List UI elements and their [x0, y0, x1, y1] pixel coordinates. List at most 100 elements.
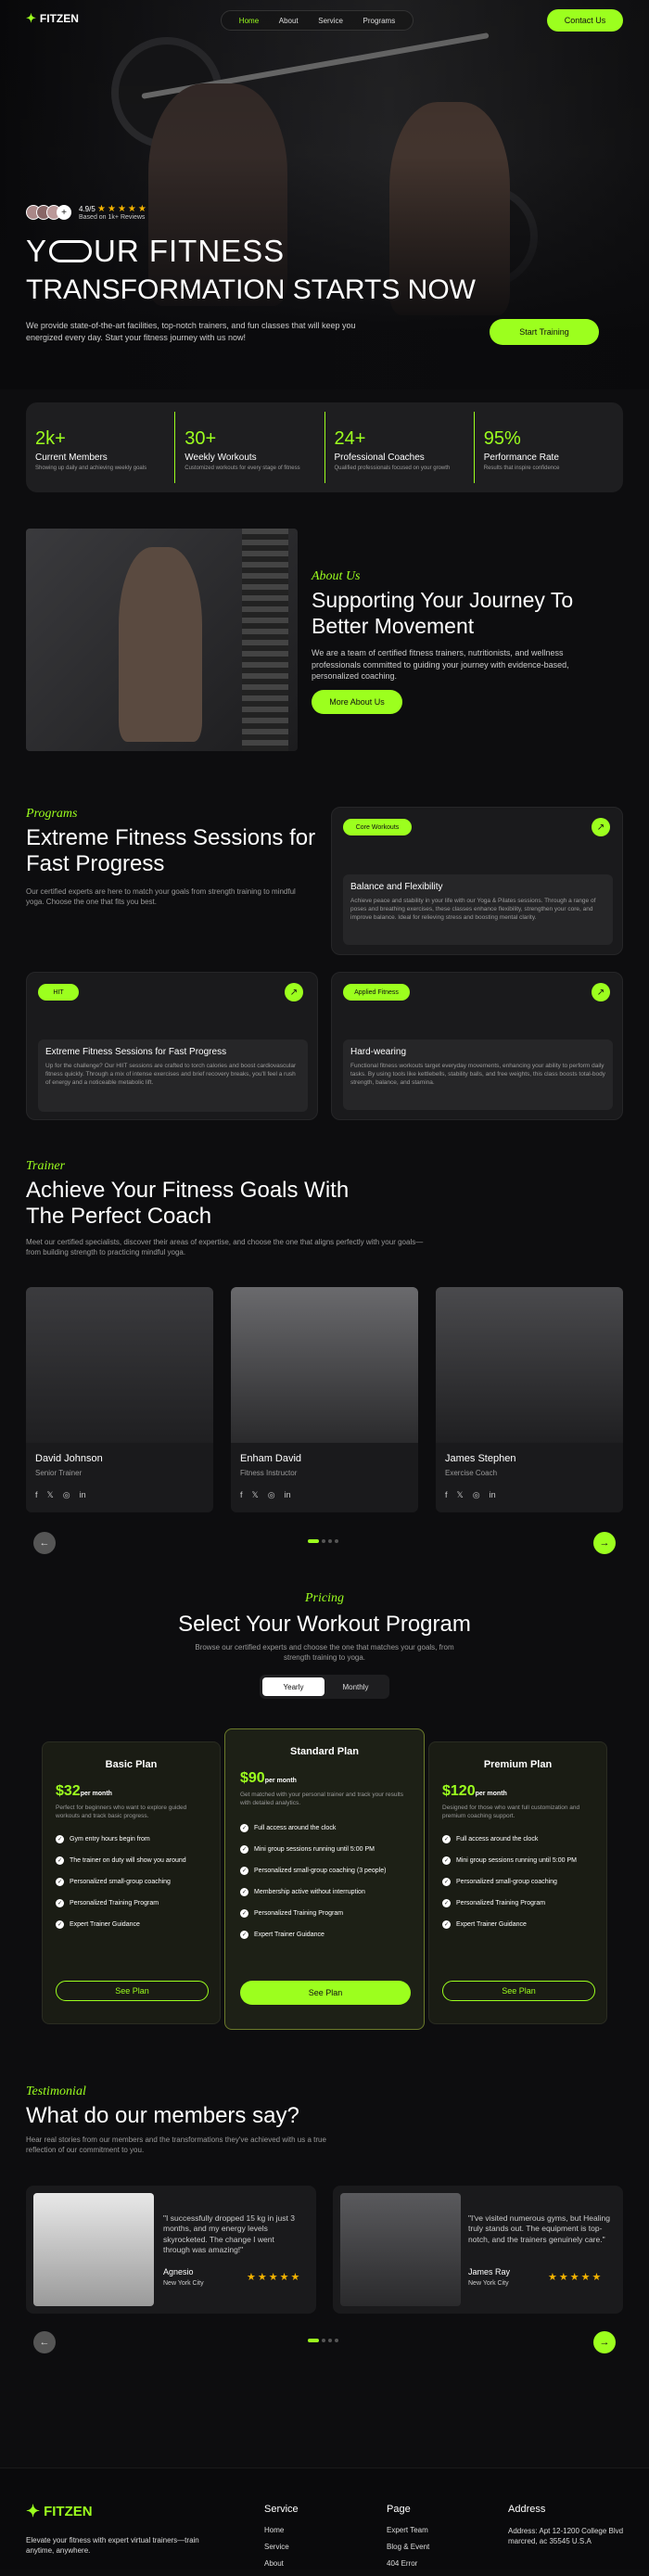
coach-name: James Stephen: [445, 1453, 516, 1464]
footer-link[interactable]: Expert Team: [387, 2526, 429, 2534]
arrow-icon[interactable]: ↗: [285, 983, 303, 1001]
about-image: [26, 529, 298, 751]
check-icon: ✓: [240, 1888, 248, 1897]
coach-card[interactable]: James Stephen Exercise Coach f 𝕏 ◎ in: [436, 1287, 623, 1512]
plan-name: Premium Plan: [483, 1759, 553, 1770]
hero-description: We provide state-of-the-art facilities, …: [26, 321, 356, 342]
coach-card[interactable]: David Johnson Senior Trainer f 𝕏 ◎ in: [26, 1287, 213, 1512]
logo[interactable]: ✦ FITZEN: [26, 11, 79, 26]
star-icons: ★★★★★: [97, 204, 148, 214]
slider-dots: [308, 2330, 341, 2347]
prev-arrow-icon[interactable]: ←: [33, 2331, 56, 2353]
footer-link[interactable]: Blog & Event: [387, 2543, 429, 2551]
next-arrow-icon[interactable]: →: [593, 1532, 616, 1554]
program-tag: Applied Fitness: [343, 984, 410, 1001]
x-icon[interactable]: 𝕏: [47, 1490, 54, 1500]
testimonial-quote: "I've visited numerous gyms, but Healing…: [468, 2213, 610, 2244]
plan-basic: Basic Plan $32per month Perfect for begi…: [42, 1741, 221, 2024]
facebook-icon[interactable]: f: [240, 1490, 243, 1500]
check-icon: ✓: [56, 1856, 64, 1866]
program-info: Balance and Flexibility Achieve peace an…: [343, 874, 613, 945]
nav-home[interactable]: Home: [239, 17, 259, 25]
about-description: We are a team of certified fitness train…: [312, 648, 569, 682]
facebook-icon[interactable]: f: [445, 1490, 448, 1500]
see-plan-button[interactable]: See Plan: [442, 1981, 595, 2001]
nav-service[interactable]: Service: [318, 17, 343, 25]
footer-link[interactable]: Home: [264, 2526, 299, 2534]
footer-link[interactable]: About: [264, 2559, 299, 2568]
pricing-title: Select Your Workout Program: [178, 1612, 471, 1637]
programs-kicker: Programs: [26, 807, 78, 821]
plan-features: ✓ Full access around the clock ✓ Mini grou…: [240, 1824, 387, 1940]
hero-title-line2: TRANSFORMATION STARTS NOW: [26, 274, 476, 305]
coach-photo: [436, 1287, 623, 1443]
stat-members: 2k+ Current Members Showing up daily and a…: [26, 412, 176, 483]
see-plan-button[interactable]: See Plan: [56, 1981, 209, 2001]
address-text: Address: Apt 12-1200 College Blvd marcre…: [508, 2527, 624, 2546]
plan-name: Basic Plan: [105, 1759, 158, 1770]
plan-description: Designed for those who want full customi…: [442, 1804, 580, 1820]
check-icon: ✓: [56, 1878, 64, 1887]
check-icon: ✓: [240, 1824, 248, 1833]
instagram-icon[interactable]: ◎: [268, 1490, 275, 1500]
plan-premium: Premium Plan $120per month Designed for …: [428, 1741, 607, 2024]
see-plan-button[interactable]: See Plan: [240, 1981, 411, 2005]
linkedin-icon[interactable]: in: [490, 1490, 496, 1500]
nav-programs[interactable]: Programs: [363, 17, 396, 25]
x-icon[interactable]: 𝕏: [457, 1490, 464, 1500]
arrow-icon[interactable]: ↗: [592, 818, 610, 836]
contact-button[interactable]: Contact Us: [547, 9, 623, 32]
footer-link[interactable]: Service: [264, 2543, 299, 2551]
testimonial-description: Hear real stories from our members and t…: [26, 2136, 326, 2155]
check-icon: ✓: [240, 1867, 248, 1876]
plan-name: Standard Plan: [290, 1746, 359, 1757]
footer-link[interactable]: 404 Error: [387, 2559, 429, 2568]
check-icon: ✓: [442, 1835, 451, 1844]
hero-section: ✦ FITZEN Home About Service Programs Con…: [0, 0, 649, 389]
arrow-icon[interactable]: ↗: [592, 983, 610, 1001]
avatar-group: +: [26, 205, 71, 220]
coach-role: Fitness Instructor: [240, 1469, 298, 1477]
toggle-monthly[interactable]: Monthly: [324, 1677, 387, 1696]
plan-standard: Standard Plan $90per month Get matched w…: [224, 1728, 425, 2030]
footer-page: Page Expert Team Blog & Event 404 Error: [387, 2504, 430, 2568]
about-kicker: About Us: [312, 569, 361, 583]
start-training-button[interactable]: Start Training: [490, 319, 599, 345]
logo-icon: ✦: [26, 11, 36, 25]
plan-description: Get matched with your personal trainer a…: [240, 1792, 403, 1807]
plan-features: ✓ Full access around the clock ✓ Mini grou…: [442, 1835, 577, 1930]
member-location: New York City: [163, 2280, 204, 2287]
footer-logo[interactable]: ✦ FITZEN: [26, 2502, 93, 2521]
linkedin-icon[interactable]: in: [285, 1490, 291, 1500]
testimonial-title: What do our members say?: [26, 2103, 299, 2128]
logo-text: FITZEN: [39, 12, 79, 25]
instagram-icon[interactable]: ◎: [473, 1490, 480, 1500]
footer-tagline: Elevate your fitness with expert virtual…: [26, 2536, 199, 2556]
program-card-hit[interactable]: HIT ↗ Extreme Fitness Sessions for Fast …: [26, 972, 318, 1120]
coach-role: Senior Trainer: [35, 1469, 83, 1477]
plus-icon: +: [57, 205, 71, 220]
member-photo: [340, 2193, 461, 2306]
about-title: Supporting Your Journey To Better Moveme…: [312, 588, 574, 638]
stat-coaches: 24+ Professional Coaches Qualified profess…: [325, 412, 475, 483]
check-icon: ✓: [240, 1931, 248, 1940]
coach-card[interactable]: Enham David Fitness Instructor f 𝕏 ◎ in: [231, 1287, 418, 1512]
rating-reviews: Based on 1k+ Reviews: [79, 214, 146, 221]
program-card-core[interactable]: Core Workouts ↗ Balance and Flexibility …: [331, 807, 623, 955]
check-icon: ✓: [56, 1899, 64, 1908]
testimonial-card: "I successfully dropped 15 kg in just 3 …: [26, 2186, 316, 2314]
x-icon[interactable]: 𝕏: [252, 1490, 259, 1500]
facebook-icon[interactable]: f: [35, 1490, 38, 1500]
more-about-button[interactable]: More About Us: [312, 690, 402, 714]
coach-photo: [231, 1287, 418, 1443]
check-icon: ✓: [442, 1920, 451, 1930]
instagram-icon[interactable]: ◎: [63, 1490, 70, 1500]
toggle-yearly[interactable]: Yearly: [262, 1677, 324, 1696]
programs-description: Our certified experts are here to match …: [26, 887, 296, 907]
nav-about[interactable]: About: [279, 17, 299, 25]
prev-arrow-icon[interactable]: ←: [33, 1532, 56, 1554]
check-icon: ✓: [56, 1835, 64, 1844]
linkedin-icon[interactable]: in: [80, 1490, 86, 1500]
program-card-applied[interactable]: Applied Fitness ↗ Hard-wearing Functiona…: [331, 972, 623, 1120]
next-arrow-icon[interactable]: →: [593, 2331, 616, 2353]
